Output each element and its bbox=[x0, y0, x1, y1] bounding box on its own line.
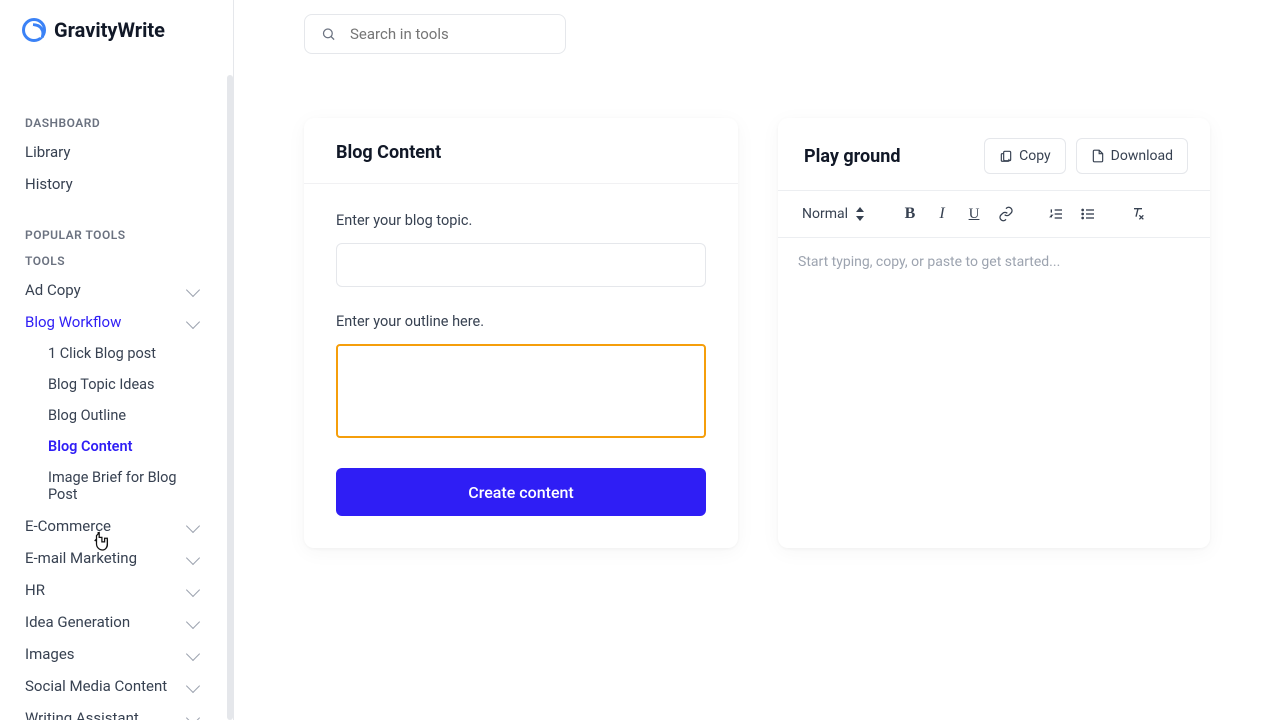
chevron-down-icon bbox=[186, 615, 200, 629]
link-button[interactable] bbox=[992, 200, 1020, 228]
download-icon bbox=[1091, 149, 1105, 163]
sidebar: GravityWrite DASHBOARD Library History P… bbox=[0, 0, 234, 720]
link-icon bbox=[998, 206, 1014, 222]
nav-history[interactable]: History bbox=[0, 168, 233, 200]
download-button[interactable]: Download bbox=[1076, 138, 1188, 174]
chevron-down-icon bbox=[186, 679, 200, 693]
nav-blog-workflow[interactable]: Blog Workflow bbox=[0, 306, 233, 338]
format-select[interactable]: Normal bbox=[792, 199, 874, 229]
nav-ad-copy[interactable]: Ad Copy bbox=[0, 274, 233, 306]
brand-name: GravityWrite bbox=[54, 18, 165, 42]
topic-label: Enter your blog topic. bbox=[336, 212, 706, 229]
unordered-list-button[interactable] bbox=[1074, 200, 1102, 228]
clear-format-icon bbox=[1130, 206, 1146, 222]
section-dashboard: DASHBOARD bbox=[0, 108, 233, 136]
chevron-down-icon bbox=[186, 283, 200, 297]
brand-logo[interactable]: GravityWrite bbox=[0, 0, 233, 60]
nav-library[interactable]: Library bbox=[0, 136, 233, 168]
gravity-icon bbox=[22, 18, 46, 42]
chevron-down-icon bbox=[186, 315, 200, 329]
create-content-button[interactable]: Create content bbox=[336, 468, 706, 516]
copy-button[interactable]: Copy bbox=[984, 138, 1066, 174]
sidebar-nav: DASHBOARD Library History POPULAR TOOLS … bbox=[0, 60, 233, 720]
chevron-down-icon bbox=[186, 519, 200, 533]
topbar bbox=[304, 0, 1210, 68]
nav-social-media[interactable]: Social Media Content bbox=[0, 670, 233, 702]
playground-card: Play ground Copy Download Normal bbox=[778, 118, 1210, 548]
section-popular: POPULAR TOOLS bbox=[0, 220, 233, 248]
nav-1click-blog[interactable]: 1 Click Blog post bbox=[0, 338, 233, 369]
nav-email-marketing[interactable]: E-mail Marketing bbox=[0, 542, 233, 574]
nav-idea-generation[interactable]: Idea Generation bbox=[0, 606, 233, 638]
chevron-down-icon bbox=[186, 551, 200, 565]
underline-button[interactable]: U bbox=[960, 200, 988, 228]
outline-textarea[interactable] bbox=[336, 344, 706, 438]
bold-button[interactable]: B bbox=[896, 200, 924, 228]
chevron-down-icon bbox=[186, 583, 200, 597]
nav-image-brief[interactable]: Image Brief for Blog Post bbox=[0, 462, 233, 510]
outline-label: Enter your outline here. bbox=[336, 313, 706, 330]
nav-blog-outline[interactable]: Blog Outline bbox=[0, 400, 233, 431]
nav-blog-content[interactable]: Blog Content bbox=[0, 431, 233, 462]
form-title: Blog Content bbox=[336, 142, 706, 163]
nav-blog-topic-ideas[interactable]: Blog Topic Ideas bbox=[0, 369, 233, 400]
form-card: Blog Content Enter your blog topic. Ente… bbox=[304, 118, 738, 548]
ordered-list-button[interactable] bbox=[1042, 200, 1070, 228]
nav-hr[interactable]: HR bbox=[0, 574, 233, 606]
search-input[interactable] bbox=[350, 25, 549, 43]
list-ol-icon bbox=[1048, 206, 1064, 222]
nav-ecommerce[interactable]: E-Commerce bbox=[0, 510, 233, 542]
main-content: Blog Content Enter your blog topic. Ente… bbox=[234, 0, 1280, 720]
section-tools: TOOLS bbox=[0, 248, 233, 274]
editor-toolbar: Normal B I U bbox=[778, 190, 1210, 238]
playground-title: Play ground bbox=[804, 146, 900, 167]
search-icon bbox=[321, 25, 336, 43]
editor-area[interactable]: Start typing, copy, or paste to get star… bbox=[778, 238, 1210, 548]
list-ul-icon bbox=[1080, 206, 1096, 222]
topic-input[interactable] bbox=[336, 243, 706, 287]
chevron-down-icon bbox=[186, 647, 200, 661]
chevron-down-icon bbox=[186, 711, 200, 720]
clipboard-icon bbox=[999, 149, 1013, 163]
nav-images[interactable]: Images bbox=[0, 638, 233, 670]
italic-button[interactable]: I bbox=[928, 200, 956, 228]
clear-format-button[interactable] bbox=[1124, 200, 1152, 228]
nav-writing-assistant[interactable]: Writing Assistant bbox=[0, 702, 233, 720]
search-input-wrap[interactable] bbox=[304, 14, 566, 54]
